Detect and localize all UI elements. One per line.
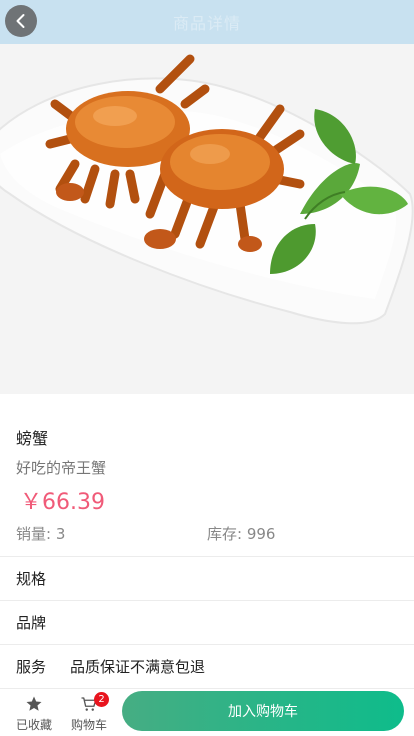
- crab-plate-illustration: [0, 54, 414, 325]
- cart-count-badge: 2: [94, 692, 109, 707]
- cart-button[interactable]: 2 购物车: [65, 692, 113, 733]
- bottom-action-bar: 已收藏 2 购物车 加入购物车: [0, 689, 414, 736]
- brand-row[interactable]: 品牌: [0, 601, 414, 645]
- brand-label: 品牌: [16, 614, 47, 632]
- top-bar: 商品详情: [0, 0, 414, 44]
- product-price: ￥66.39: [20, 490, 105, 515]
- spec-label: 规格: [16, 570, 47, 588]
- product-subtitle: 好吃的帝王蟹: [16, 459, 107, 477]
- service-value: 品质保证不满意包退: [70, 658, 206, 676]
- service-row: 服务 品质保证不满意包退: [0, 645, 414, 689]
- favorite-button[interactable]: 已收藏: [10, 695, 58, 733]
- spec-row[interactable]: 规格: [0, 557, 414, 601]
- cart-label: 购物车: [70, 718, 107, 732]
- page-title: 商品详情: [172, 14, 241, 33]
- product-name: 螃蟹: [16, 429, 49, 448]
- favorite-label: 已收藏: [15, 718, 52, 732]
- service-label: 服务: [16, 658, 47, 676]
- product-image: [0, 44, 414, 394]
- product-info: 螃蟹 好吃的帝王蟹 ￥66.39 销量: 3 库存: 996: [0, 394, 414, 557]
- add-to-cart-button[interactable]: 加入购物车: [122, 691, 404, 731]
- star-icon: [26, 696, 42, 711]
- stock-count: 库存: 996: [207, 525, 276, 543]
- sales-count: 销量: 3: [16, 525, 66, 543]
